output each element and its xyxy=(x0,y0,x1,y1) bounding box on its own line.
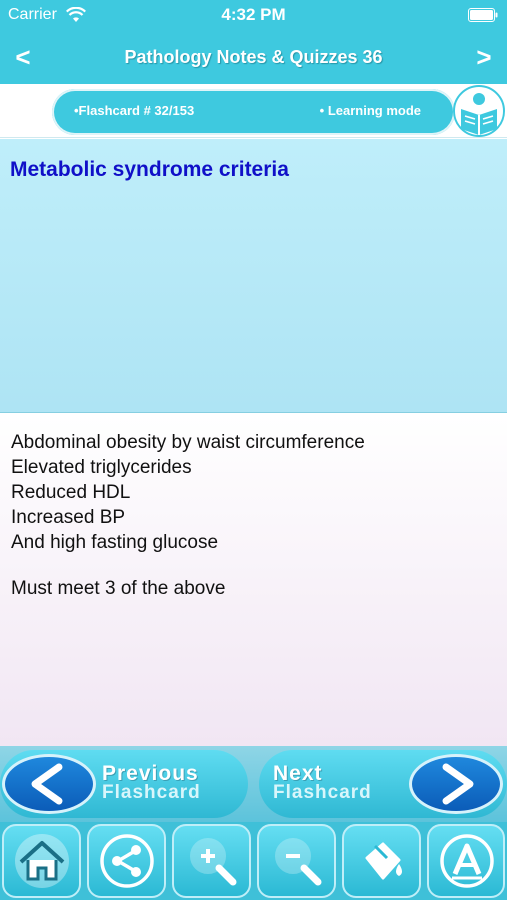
answer-note: Must meet 3 of the above xyxy=(11,578,226,599)
back-button[interactable]: < xyxy=(10,42,36,72)
zoom-in-button[interactable] xyxy=(172,824,251,898)
next-sublabel: Flashcard xyxy=(273,782,372,803)
zoom-in-icon xyxy=(190,838,237,886)
battery-icon xyxy=(468,8,498,22)
info-strip: •Flashcard # 32/153 • Learning mode xyxy=(0,84,507,138)
reader-book-icon xyxy=(453,85,505,137)
flashcard-nav-bar: Previous Flashcard Next Flashcard xyxy=(0,746,507,822)
share-button[interactable] xyxy=(87,824,166,898)
previous-sublabel: Flashcard xyxy=(102,782,201,803)
bottom-toolbar xyxy=(0,822,507,900)
paint-bucket-icon xyxy=(365,842,402,880)
next-arrow-badge xyxy=(409,754,503,814)
question-title: Metabolic syndrome criteria xyxy=(10,158,289,181)
answer-panel: Abdominal obesity by waist circumference… xyxy=(0,414,507,746)
previous-arrow-badge xyxy=(2,754,96,814)
font-icon xyxy=(440,834,494,888)
page-title: Pathology Notes & Quizzes 36 xyxy=(124,47,383,67)
status-bar: Carrier 4:32 PM xyxy=(0,0,507,30)
flashcard-counter: •Flashcard # 32/153 xyxy=(74,103,195,118)
forward-button[interactable]: > xyxy=(471,42,497,72)
share-icon xyxy=(100,834,154,888)
home-icon xyxy=(15,834,69,888)
home-button[interactable] xyxy=(2,824,81,898)
zoom-out-button[interactable] xyxy=(257,824,336,898)
question-panel: Metabolic syndrome criteria xyxy=(0,139,507,413)
answer-list: Abdominal obesity by waist circumference… xyxy=(11,430,365,555)
arrow-right-icon xyxy=(442,763,474,805)
answer-line: Increased BP xyxy=(11,507,126,528)
clock: 4:32 PM xyxy=(221,5,286,24)
answer-line: Elevated triglycerides xyxy=(11,457,192,478)
learning-mode-label: • Learning mode xyxy=(319,103,421,118)
next-flashcard-button[interactable]: Next Flashcard xyxy=(259,746,507,822)
font-button[interactable] xyxy=(427,824,505,898)
answer-line: Reduced HDL xyxy=(11,482,131,503)
previous-flashcard-button[interactable]: Previous Flashcard xyxy=(0,746,248,822)
answer-line: And high fasting glucose xyxy=(11,532,219,553)
answer-line: Abdominal obesity by waist circumference xyxy=(11,432,365,453)
color-button[interactable] xyxy=(342,824,421,898)
arrow-left-icon xyxy=(31,763,63,805)
nav-bar: Pathology Notes & Quizzes 36 < > xyxy=(0,30,507,84)
zoom-out-icon xyxy=(275,838,322,886)
